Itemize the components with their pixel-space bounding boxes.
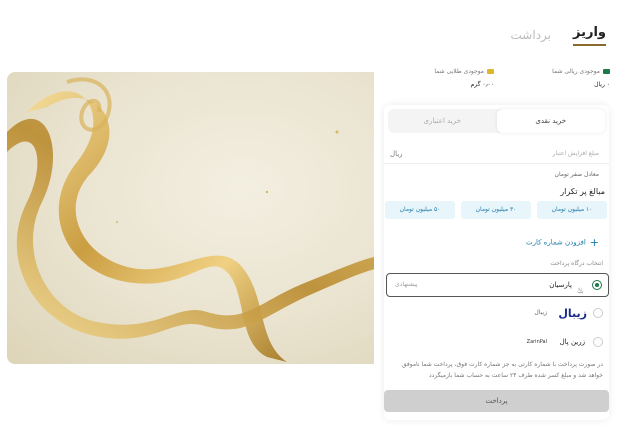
gateway-option-parsian[interactable]: ♨ پارسیان پیشنهادی [386, 273, 609, 297]
deposit-card: خرید نقدی خرید اعتباری مبلغ افزایش اعتبا… [384, 105, 609, 420]
frequent-amounts: ۱۰ میلیون تومان ۳۰ میلیون تومان ۵۰ میلیو… [385, 201, 607, 219]
gateway-name: زیبال [534, 309, 547, 316]
gateway-name: پارسیان [549, 281, 572, 289]
tab-credit-purchase[interactable]: خرید اعتباری [388, 109, 497, 133]
amount-chip-30m[interactable]: ۳۰ میلیون تومان [461, 201, 531, 219]
radio-icon[interactable] [593, 337, 603, 347]
gateway-name: زرین پال [559, 338, 585, 346]
gold-balance-label: موجودی طلایی شما [434, 68, 484, 75]
tab-cash-purchase[interactable]: خرید نقدی [496, 109, 605, 133]
plus-icon: + [589, 236, 599, 249]
main-tabs: واریز برداشت [511, 25, 606, 46]
add-card-label: افزودن شماره کارت [526, 238, 586, 247]
parsian-logo-icon: ♨ [576, 286, 584, 295]
add-card-button[interactable]: +افزودن شماره کارت [526, 236, 599, 249]
gateway-label: انتخاب درگاه پرداخت [550, 260, 603, 267]
radio-icon[interactable] [592, 280, 602, 290]
tab-deposit[interactable]: واریز [573, 25, 606, 46]
gold-ribbon-banner [7, 72, 399, 364]
amount-input[interactable]: مبلغ افزایش اعتبار ریال [384, 145, 609, 164]
gateway-option-zibal[interactable]: زیبال زیبال [388, 302, 609, 324]
frequent-amounts-title: مبالغ پر تکرار [560, 187, 605, 196]
zarinpal-logo-icon: ZarinPal [526, 339, 547, 345]
card-disclaimer: در صورت پرداخت با شماره کارتی به جز شمار… [401, 361, 603, 379]
amount-chip-10m[interactable]: ۱۰ میلیون تومان [537, 201, 607, 219]
tab-withdraw[interactable]: برداشت [511, 28, 551, 46]
wallet-icon [603, 69, 610, 74]
zibal-logo-icon: زیبال [558, 307, 587, 320]
gold-balance-value: ۰٫۰۰ گرم [470, 81, 494, 88]
amount-equivalent: معادل صفر تومان [554, 171, 599, 178]
radio-icon[interactable] [593, 308, 603, 318]
rial-balance-value: ۰ ریال [594, 81, 610, 88]
gateway-option-zarinpal[interactable]: زرین پال ZarinPal [388, 331, 609, 353]
recommended-badge: پیشنهادی [395, 281, 418, 288]
gold-bar-icon [487, 69, 494, 74]
purchase-type-tabs: خرید نقدی خرید اعتباری [388, 109, 605, 133]
amount-placeholder: مبلغ افزایش اعتبار [552, 150, 599, 157]
rial-balance: موجودی ریالی شما ۰ ریال [552, 68, 610, 88]
wallet-panel: واریز برداشت موجودی ریالی شما ۰ ریال موج… [374, 0, 624, 426]
amount-chip-50m[interactable]: ۵۰ میلیون تومان [385, 201, 455, 219]
gold-balance: موجودی طلایی شما ۰٫۰۰ گرم [434, 68, 494, 88]
amount-unit: ریال [390, 150, 403, 158]
pay-button[interactable]: پرداخت [384, 390, 609, 412]
gold-ribbon-illustration [7, 77, 399, 363]
rial-balance-label: موجودی ریالی شما [552, 68, 600, 75]
